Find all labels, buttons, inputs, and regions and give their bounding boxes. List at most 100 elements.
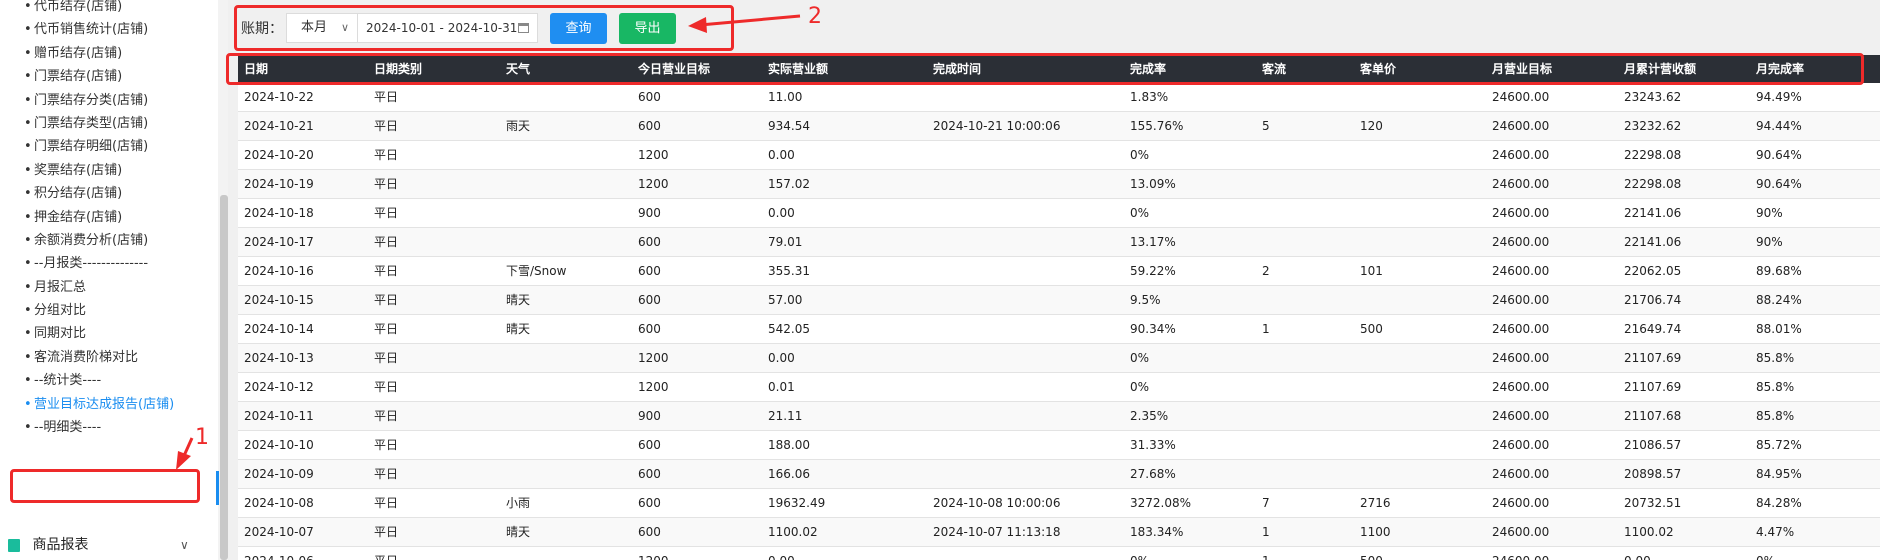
table-row[interactable]: 2024-10-16 平日 下雪/Snow 600 355.31 59.22% 2 101 24…: [238, 257, 1880, 286]
table-cell: 2024-10-06: [244, 547, 314, 560]
table-cell: 157.02: [768, 177, 810, 191]
table-cell: 600: [638, 119, 661, 133]
period-select[interactable]: 本月 ∨: [286, 13, 358, 43]
table-cell: 22062.05: [1624, 264, 1682, 278]
table-cell: 平日: [374, 177, 399, 191]
sidebar-category-goods-report[interactable]: 商品报表 ∨: [0, 530, 218, 560]
bullet-icon: •: [24, 186, 32, 202]
table-row[interactable]: 2024-10-09 平日 600 166.06 27.68% 24600.00 20898…: [238, 460, 1880, 489]
date-range-input[interactable]: 2024-10-01 - 2024-10-31: [358, 13, 538, 43]
sidebar-item-label: 门票结存类型(店铺): [34, 115, 149, 131]
table-cell: 0.00: [768, 547, 795, 560]
table-row[interactable]: 2024-10-18 平日 900 0.00 0% 24600.00 22141.06 90%: [238, 199, 1880, 228]
toolbar: 账期： 本月 ∨ 2024-10-01 - 2024-10-31 查询 导出: [228, 0, 1880, 55]
sidebar-item[interactable]: • 积分结存(店铺): [0, 182, 218, 205]
table-cell: 小雨: [506, 496, 531, 510]
sidebar-item[interactable]: • 月报汇总: [0, 276, 218, 299]
table-cell: 21107.69: [1624, 380, 1682, 394]
table-cell: 平日: [374, 322, 399, 336]
sidebar-item[interactable]: • 赠币结存(店铺): [0, 42, 218, 65]
table-cell: 600: [638, 322, 661, 336]
sidebar-item[interactable]: • 同期对比: [0, 322, 218, 345]
chevron-down-icon: ∨: [340, 21, 349, 34]
table-cell: 13.17%: [1130, 235, 1176, 249]
sidebar-item-label: 代币销售统计(店铺): [34, 22, 149, 38]
table-cell: 90%: [1756, 206, 1783, 220]
table-cell: 1200: [638, 380, 669, 394]
table-row[interactable]: 2024-10-06 平日 1200 0.00 0% 1 500 24600.00 0.00 0%: [238, 547, 1880, 560]
table-cell: 2.35%: [1130, 409, 1169, 423]
table-cell: 900: [638, 409, 661, 423]
table-cell: 88.01%: [1756, 322, 1802, 336]
table-cell: 183.34%: [1130, 525, 1184, 539]
sidebar-item[interactable]: • 门票结存明细(店铺): [0, 135, 218, 158]
table-cell: 0.01: [768, 380, 795, 394]
table-cell: 平日: [374, 438, 399, 452]
table-cell: 13.09%: [1130, 177, 1176, 191]
table-cell: 24600.00: [1492, 235, 1550, 249]
table-row[interactable]: 2024-10-15 平日 晴天 600 57.00 9.5% 24600.00 21706.…: [238, 286, 1880, 315]
table-cell: 24600.00: [1492, 380, 1550, 394]
table-row[interactable]: 2024-10-13 平日 1200 0.00 0% 24600.00 21107.69 85…: [238, 344, 1880, 373]
sidebar-item[interactable]: • 押金结存(店铺): [0, 206, 218, 229]
table-row[interactable]: 2024-10-12 平日 1200 0.01 0% 24600.00 21107.69 85…: [238, 373, 1880, 402]
table-cell: 21086.57: [1624, 438, 1682, 452]
table-cell: 1.83%: [1130, 90, 1169, 104]
sidebar-item[interactable]: • 营业目标达成报告(店铺): [0, 393, 218, 416]
table-cell: 84.95%: [1756, 467, 1802, 481]
sidebar-item[interactable]: • 余额消费分析(店铺): [0, 229, 218, 252]
sidebar-item[interactable]: • 门票结存类型(店铺): [0, 112, 218, 135]
table-cell: 2024-10-10: [244, 438, 314, 452]
table-row[interactable]: 2024-10-19 平日 1200 157.02 13.09% 24600.00 2229…: [238, 170, 1880, 199]
table-cell: 9.5%: [1130, 293, 1161, 307]
table-row[interactable]: 2024-10-22 平日 600 11.00 1.83% 24600.00 23243.6…: [238, 83, 1880, 112]
table-cell: 2024-10-22: [244, 90, 314, 104]
table-cell: 21649.74: [1624, 322, 1682, 336]
table-cell: 0%: [1130, 148, 1150, 162]
table-cell: 24600.00: [1492, 206, 1550, 220]
table-row[interactable]: 2024-10-10 平日 600 188.00 31.33% 24600.00 21086…: [238, 431, 1880, 460]
export-button[interactable]: 导出: [619, 13, 676, 44]
table-cell: 2024-10-21 10:00:06: [933, 119, 1061, 133]
table-cell: 2: [1262, 264, 1270, 278]
table-cell: 雨天: [506, 119, 531, 133]
table-cell: 平日: [374, 293, 399, 307]
table-cell: 90%: [1756, 235, 1783, 249]
table-row[interactable]: 2024-10-20 平日 1200 0.00 0% 24600.00 22298.08 90…: [238, 141, 1880, 170]
sidebar: • 代币结存(店铺) • 代币销售统计(店铺) • 赠币结存(店铺) • 门票结存(店铺) • 门…: [0, 0, 218, 560]
sidebar-item[interactable]: • 门票结存(店铺): [0, 65, 218, 88]
sidebar-item[interactable]: • --统计类----: [0, 369, 218, 392]
query-button[interactable]: 查询: [550, 13, 607, 44]
sidebar-item[interactable]: • 奖票结存(店铺): [0, 159, 218, 182]
table-row[interactable]: 2024-10-07 平日 晴天 600 1100.02 2024-10-07 11:13…: [238, 518, 1880, 547]
table-cell: 24600.00: [1492, 119, 1550, 133]
table-row[interactable]: 2024-10-08 平日 小雨 600 19632.49 2024-10-08 10:0…: [238, 489, 1880, 518]
sidebar-item[interactable]: • 代币结存(店铺): [0, 0, 218, 18]
table-cell: 84.28%: [1756, 496, 1802, 510]
table-cell: 934.54: [768, 119, 810, 133]
date-range-value: 2024-10-01 - 2024-10-31: [366, 21, 518, 35]
table-row[interactable]: 2024-10-21 平日 雨天 600 934.54 2024-10-21 10:00:…: [238, 112, 1880, 141]
table-cell: 0.00: [768, 148, 795, 162]
table-cell: 2024-10-16: [244, 264, 314, 278]
sidebar-item[interactable]: • --月报类--------------: [0, 252, 218, 275]
sidebar-item[interactable]: • 代币销售统计(店铺): [0, 18, 218, 41]
table-row[interactable]: 2024-10-14 平日 晴天 600 542.05 90.34% 1 500 24600.0…: [238, 315, 1880, 344]
table-cell: 平日: [374, 525, 399, 539]
table-row[interactable]: 2024-10-11 平日 900 21.11 2.35% 24600.00 21107.6…: [238, 402, 1880, 431]
table-cell: 0.00: [768, 351, 795, 365]
table-cell: 平日: [374, 409, 399, 423]
sidebar-item[interactable]: • 客流消费阶梯对比: [0, 346, 218, 369]
calendar-icon: [518, 23, 529, 33]
annotation-highlight-box-3: [226, 53, 1864, 85]
sidebar-item[interactable]: • 门票结存分类(店铺): [0, 89, 218, 112]
sidebar-scrollbar-thumb[interactable]: [220, 195, 228, 560]
table-cell: 平日: [374, 380, 399, 394]
table-cell: 23232.62: [1624, 119, 1682, 133]
sidebar-item[interactable]: • 分组对比: [0, 299, 218, 322]
sidebar-item-label: 营业目标达成报告(店铺): [34, 396, 175, 412]
table-row[interactable]: 2024-10-17 平日 600 79.01 13.17% 24600.00 22141.…: [238, 228, 1880, 257]
table-cell: 1200: [638, 547, 669, 560]
table-cell: 94.49%: [1756, 90, 1802, 104]
sidebar-item[interactable]: • --明细类----: [0, 416, 218, 439]
